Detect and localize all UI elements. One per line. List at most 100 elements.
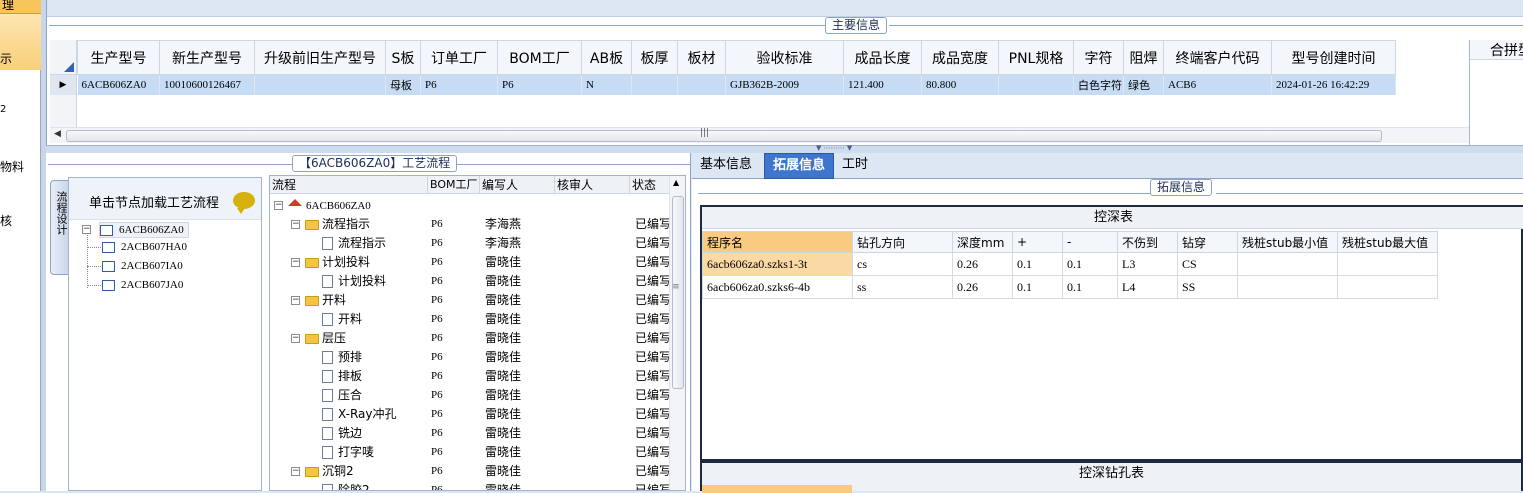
tree-node[interactable]: 2ACB607HA0 bbox=[102, 241, 187, 253]
flow-row[interactable]: − 6ACB606ZA0 bbox=[270, 196, 670, 215]
col-header[interactable]: 板厚 bbox=[631, 40, 678, 75]
scroll-thumb[interactable] bbox=[66, 130, 1382, 142]
cell[interactable]: P6 bbox=[420, 74, 498, 95]
tree-node[interactable]: 2ACB607IA0 bbox=[102, 260, 183, 272]
flow-row[interactable]: 除胶2 P6 雷晓佳 已编写 bbox=[270, 481, 671, 490]
collapse-icon[interactable]: − bbox=[291, 296, 300, 305]
cell[interactable]: P6 bbox=[497, 74, 582, 95]
nav-item-1[interactable]: 示 bbox=[0, 50, 12, 67]
col-header[interactable]: 阻焊 bbox=[1123, 40, 1164, 75]
collapse-icon[interactable]: − bbox=[291, 220, 300, 229]
flow-row[interactable]: 流程指示 P6 李海燕 已编写 bbox=[270, 234, 671, 253]
cell[interactable]: GJB362B-2009 bbox=[725, 74, 844, 95]
collapse-icon[interactable]: − bbox=[274, 201, 283, 210]
col-header[interactable]: BOM工厂 bbox=[428, 176, 480, 194]
tab-basic-info[interactable]: 基本信息 bbox=[692, 153, 760, 179]
collapse-icon[interactable]: − bbox=[291, 467, 300, 476]
cell[interactable] bbox=[1237, 252, 1338, 276]
current-row-arrow-icon[interactable]: ▶ bbox=[50, 75, 76, 95]
select-all-corner[interactable] bbox=[50, 40, 76, 75]
nav-item-3[interactable]: 物料 bbox=[0, 158, 24, 175]
col-header[interactable]: BOM工厂 bbox=[497, 40, 582, 75]
col-header[interactable]: + bbox=[1012, 231, 1063, 253]
flow-row[interactable]: − 计划投料 P6 雷晓佳 已编写 bbox=[270, 253, 671, 272]
merge-header[interactable]: 合拼型 bbox=[1470, 40, 1523, 60]
cell[interactable]: cs bbox=[852, 252, 953, 276]
cell[interactable] bbox=[1237, 275, 1338, 299]
cell[interactable]: 0.1 bbox=[1062, 252, 1118, 276]
scroll-thumb[interactable] bbox=[672, 196, 684, 389]
cell[interactable]: 6acb606za0.szks1-3t bbox=[702, 252, 853, 276]
cell[interactable]: 0.1 bbox=[1012, 275, 1063, 299]
cell[interactable]: 10010600126467 bbox=[159, 74, 255, 95]
cell[interactable]: SS bbox=[1177, 275, 1238, 299]
cell[interactable] bbox=[631, 74, 678, 95]
tree-node-selected[interactable]: 6ACB606ZA0 bbox=[99, 222, 189, 238]
cell[interactable]: L4 bbox=[1117, 275, 1178, 299]
col-header[interactable]: 流程 bbox=[270, 176, 428, 194]
table-row[interactable]: 6ACB606ZA0 10010600126467 母板 P6 P6 N GJB… bbox=[77, 74, 1396, 95]
col-header[interactable]: 字符 bbox=[1073, 40, 1124, 75]
flow-row[interactable]: − 沉铜2 P6 雷晓佳 已编写 bbox=[270, 462, 671, 481]
flow-row[interactable]: 开料 P6 雷晓佳 已编写 bbox=[270, 310, 671, 329]
collapse-icon[interactable]: − bbox=[291, 334, 300, 343]
cell[interactable] bbox=[1337, 275, 1438, 299]
cell[interactable]: 80.800 bbox=[921, 74, 999, 95]
cell[interactable]: ACB6 bbox=[1163, 74, 1272, 95]
nav-item-2[interactable]: 2 bbox=[0, 104, 6, 115]
horizontal-scrollbar[interactable]: ◀ ||| ▶ bbox=[50, 127, 1514, 143]
cell[interactable]: ss bbox=[852, 275, 953, 299]
cell[interactable]: 0.1 bbox=[1012, 252, 1063, 276]
col-header[interactable]: 成品长度 bbox=[843, 40, 922, 75]
tree-node[interactable]: 2ACB607JA0 bbox=[102, 279, 183, 291]
cell[interactable]: 2024-01-26 16:42:29 bbox=[1271, 74, 1396, 95]
col-header[interactable]: 残桩stub最大值 bbox=[1337, 231, 1438, 253]
table-row[interactable]: 6acb606za0.szks6-4b ss 0.26 0.1 0.1 L4 S… bbox=[702, 275, 1438, 299]
flow-row[interactable]: 预排 P6 雷晓佳 已编写 bbox=[270, 348, 671, 367]
col-header[interactable]: PNL规格 bbox=[998, 40, 1074, 75]
scroll-left-icon[interactable]: ◀ bbox=[54, 129, 61, 139]
col-header[interactable]: 不伤到 bbox=[1117, 231, 1178, 253]
cell[interactable] bbox=[677, 74, 726, 95]
cell[interactable]: 白色字符 bbox=[1073, 74, 1124, 95]
cell[interactable]: CS bbox=[1177, 252, 1238, 276]
nav-item-4[interactable]: 核 bbox=[0, 212, 12, 229]
cell[interactable]: 绿色 bbox=[1123, 74, 1164, 95]
cell[interactable] bbox=[998, 74, 1074, 95]
flow-row[interactable]: − 开料 P6 雷晓佳 已编写 bbox=[270, 291, 671, 310]
col-header[interactable]: 板材 bbox=[677, 40, 726, 75]
flow-row[interactable]: 压合 P6 雷晓佳 已编写 bbox=[270, 386, 671, 405]
table-row[interactable]: 6acb606za0.szks1-3t cs 0.26 0.1 0.1 L3 C… bbox=[702, 252, 1438, 276]
cell[interactable]: N bbox=[581, 74, 632, 95]
col-header[interactable]: 验收标准 bbox=[725, 40, 844, 75]
col-header[interactable]: 钻孔方向 bbox=[852, 231, 953, 253]
tab-work-hours[interactable]: 工时 bbox=[834, 153, 876, 179]
flow-row[interactable]: 打字唛 P6 雷晓佳 已编写 bbox=[270, 443, 671, 462]
nav-item-0[interactable]: 理 bbox=[2, 0, 14, 13]
tab-extended-info[interactable]: 拓展信息 bbox=[764, 153, 835, 179]
splitter-collapse-icon[interactable]: ▼ ⋯⋯⋯ ▼ bbox=[816, 144, 852, 152]
flow-row[interactable]: 计划投料 P6 雷晓佳 已编写 bbox=[270, 272, 671, 291]
panel-splitter[interactable]: ▼ ⋯⋯⋯ ▼ bbox=[46, 144, 1523, 153]
flow-row[interactable]: − 流程指示 P6 李海燕 已编写 bbox=[270, 215, 671, 234]
col-header[interactable]: 订单工厂 bbox=[420, 40, 498, 75]
collapse-icon[interactable]: − bbox=[82, 225, 91, 234]
cell[interactable]: 6ACB606ZA0 bbox=[77, 74, 160, 95]
cell[interactable]: 121.400 bbox=[843, 74, 922, 95]
flow-row[interactable]: 排板 P6 雷晓佳 已编写 bbox=[270, 367, 671, 386]
cell[interactable]: 6acb606za0.szks6-4b bbox=[702, 275, 853, 299]
flow-row[interactable]: X-Ray冲孔 P6 雷晓佳 已编写 bbox=[270, 405, 671, 424]
flow-row[interactable]: 铣边 P6 雷晓佳 已编写 bbox=[270, 424, 671, 443]
cell[interactable]: 母板 bbox=[385, 74, 421, 95]
cell[interactable]: 0.26 bbox=[952, 252, 1013, 276]
flow-row[interactable]: − 层压 P6 雷晓佳 已编写 bbox=[270, 329, 671, 348]
col-header[interactable]: 生产型号 bbox=[77, 40, 160, 75]
hole-table-header-first[interactable] bbox=[702, 485, 852, 493]
vertical-scrollbar[interactable]: ▲ ≡ bbox=[669, 176, 685, 490]
col-header[interactable]: 状态 bbox=[630, 176, 670, 194]
col-header[interactable]: 成品宽度 bbox=[921, 40, 999, 75]
side-tab-flow-design[interactable]: 流程设计 bbox=[50, 180, 70, 275]
cell[interactable] bbox=[254, 74, 386, 95]
col-header[interactable]: 程序名 bbox=[702, 231, 853, 253]
col-header[interactable]: 编写人 bbox=[480, 176, 555, 194]
